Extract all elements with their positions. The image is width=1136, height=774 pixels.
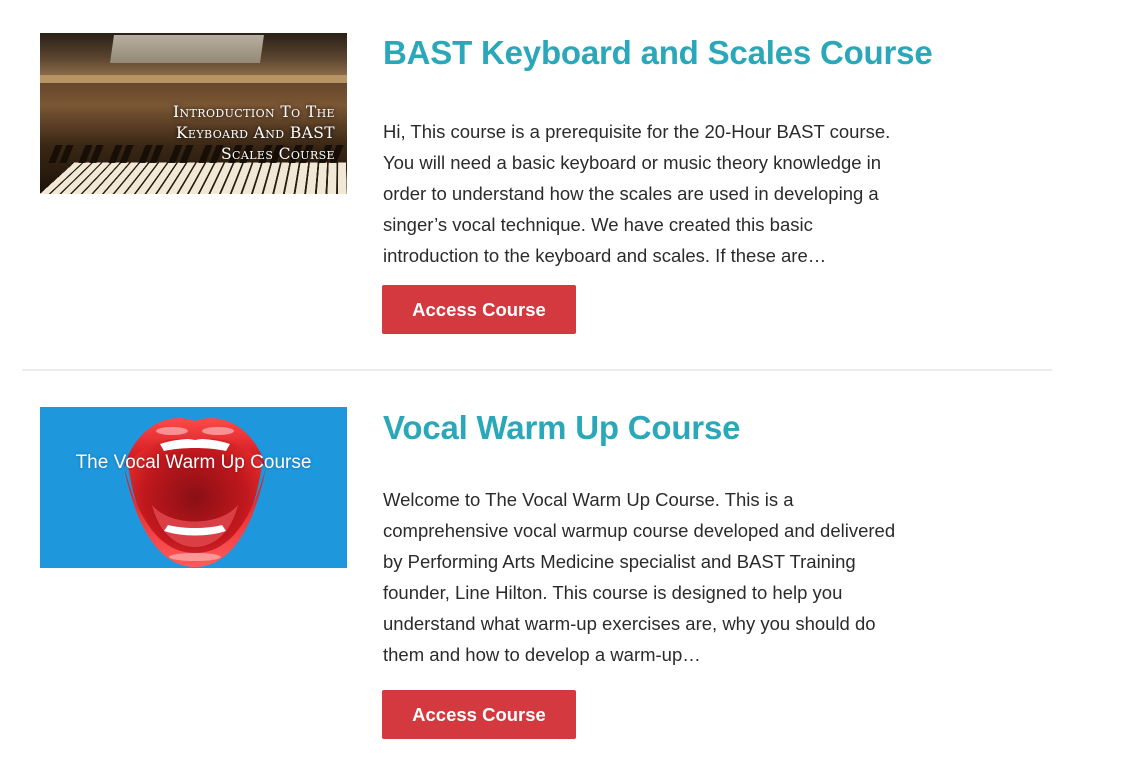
description-line: them and how to develop a warm-up… (383, 644, 701, 665)
thumbnail-overlay-text: The Vocal Warm Up Course (75, 452, 312, 473)
thumbnail-text-line: Scales Course (221, 145, 335, 163)
description-line: Welcome to The Vocal Warm Up Course. Thi… (383, 489, 794, 510)
course-divider (22, 369, 1052, 371)
description-line: by Performing Arts Medicine specialist a… (383, 551, 856, 572)
course-item-vocal-warm-up: The Vocal Warm Up Course Vocal Warm Up C… (0, 372, 1136, 774)
description-line: You will need a basic keyboard or music … (383, 152, 882, 173)
thumbnail-overlay-text: Introduction To The Keyboard And BAST Sc… (173, 102, 335, 165)
description-line: Hi, This course is a prerequisite for th… (383, 121, 891, 142)
access-course-button[interactable]: Access Course (382, 690, 576, 739)
piano-rail (40, 75, 347, 83)
thumbnail-text-line: Keyboard And BAST (175, 124, 335, 142)
piano-keys (40, 162, 347, 194)
course-thumbnail-vocal[interactable]: The Vocal Warm Up Course (40, 407, 347, 568)
course-title[interactable]: BAST Keyboard and Scales Course (383, 34, 933, 72)
description-line: understand what warm-up exercises are, w… (383, 613, 876, 634)
course-description: Welcome to The Vocal Warm Up Course. Thi… (383, 484, 1043, 670)
course-thumbnail-keyboard[interactable]: Introduction To The Keyboard And BAST Sc… (40, 33, 347, 194)
description-line: order to understand how the scales are u… (383, 183, 879, 204)
sheet-music (110, 35, 264, 63)
description-line: singer’s vocal technique. We have create… (383, 214, 813, 235)
description-line: comprehensive vocal warmup course develo… (383, 520, 896, 541)
course-item-keyboard-scales: Introduction To The Keyboard And BAST Sc… (0, 0, 1136, 370)
access-course-button[interactable]: Access Course (382, 285, 576, 334)
thumbnail-text-line: Introduction To The (173, 103, 335, 121)
description-line: founder, Line Hilton. This course is des… (383, 582, 843, 603)
course-title[interactable]: Vocal Warm Up Course (383, 409, 740, 447)
description-line: introduction to the keyboard and scales.… (383, 245, 827, 266)
lips-illustration (124, 418, 266, 567)
course-description: Hi, This course is a prerequisite for th… (383, 116, 1043, 271)
